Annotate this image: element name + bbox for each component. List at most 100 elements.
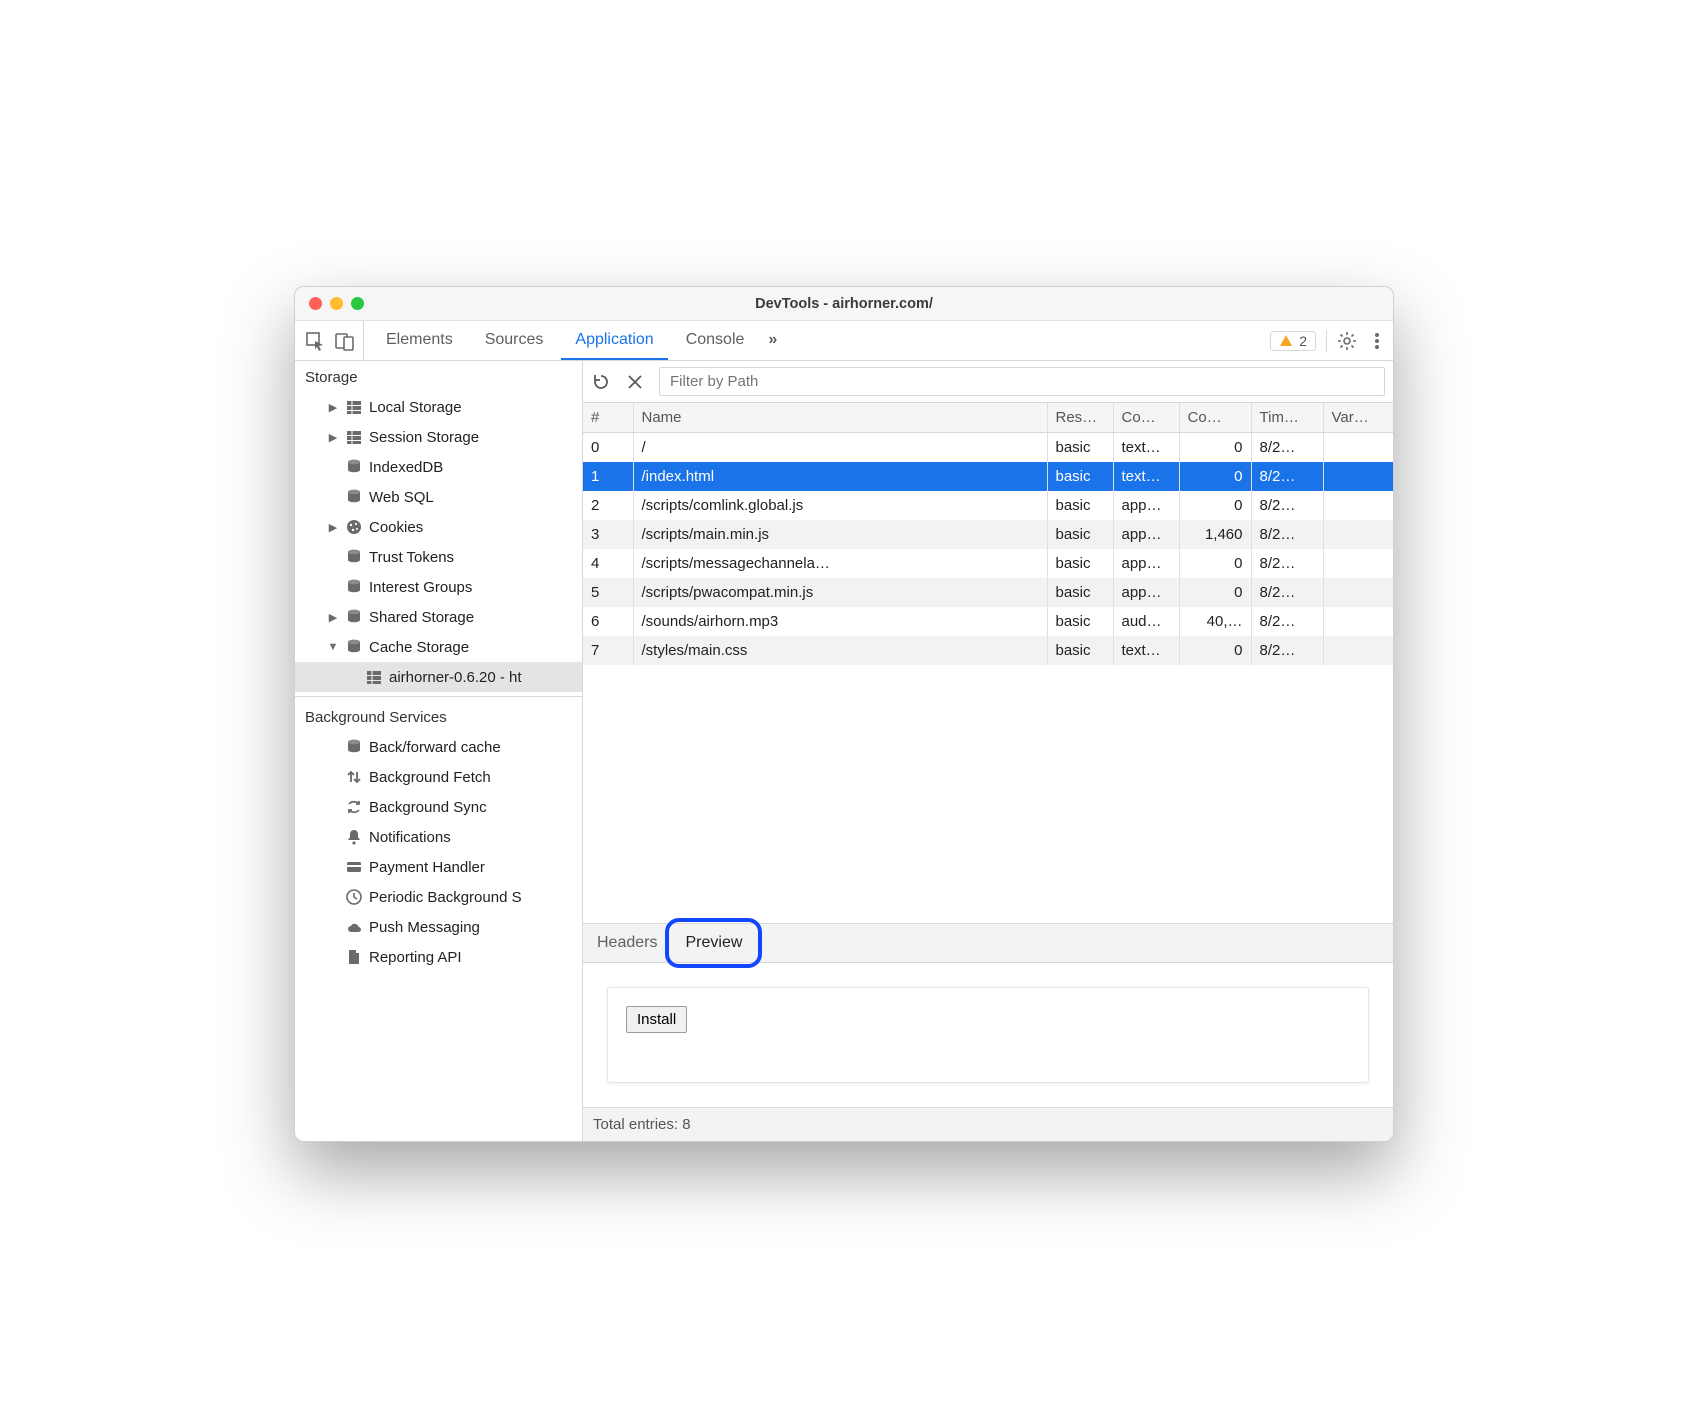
storage-item-local-storage[interactable]: ▶Local Storage bbox=[295, 392, 582, 422]
col-header[interactable]: Var… bbox=[1323, 403, 1393, 433]
tab-console[interactable]: Console bbox=[672, 321, 759, 360]
devtools-window: DevTools - airhorner.com/ ElementsSource… bbox=[294, 286, 1394, 1142]
storage-item-session-storage[interactable]: ▶ Session Storage bbox=[295, 422, 582, 452]
warnings-badge[interactable]: 2 bbox=[1270, 331, 1316, 351]
storage-item-cache-storage[interactable]: ▼Cache Storage bbox=[295, 632, 582, 662]
cell: 7 bbox=[583, 636, 633, 665]
bg-section-title: Background Services bbox=[295, 701, 582, 732]
bg-item-reporting-api[interactable]: Reporting API bbox=[295, 942, 582, 972]
cell: 0 bbox=[1179, 491, 1251, 520]
storage-item-indexeddb[interactable]: IndexedDB bbox=[295, 452, 582, 482]
cell: basic bbox=[1047, 462, 1113, 491]
tree-item-label: IndexedDB bbox=[369, 459, 443, 476]
clear-icon[interactable] bbox=[625, 372, 645, 392]
cell: basic bbox=[1047, 520, 1113, 549]
cell: /scripts/pwacompat.min.js bbox=[633, 578, 1047, 607]
tabs-overflow-icon[interactable]: » bbox=[760, 321, 785, 360]
tree-item-label: airhorner-0.6.20 - ht bbox=[389, 669, 522, 686]
cell: /sounds/airhorn.mp3 bbox=[633, 607, 1047, 636]
cell: 6 bbox=[583, 607, 633, 636]
db-grid-icon bbox=[345, 398, 363, 416]
preview-card: Install bbox=[607, 987, 1369, 1083]
close-window-button[interactable] bbox=[309, 297, 322, 310]
col-header[interactable]: # bbox=[583, 403, 633, 433]
minimize-window-button[interactable] bbox=[330, 297, 343, 310]
cell: /scripts/main.min.js bbox=[633, 520, 1047, 549]
cell bbox=[1323, 578, 1393, 607]
col-header[interactable]: Res… bbox=[1047, 403, 1113, 433]
refresh-icon[interactable] bbox=[591, 372, 611, 392]
bg-item-background-sync[interactable]: Background Sync bbox=[295, 792, 582, 822]
cell: aud… bbox=[1113, 607, 1179, 636]
table-row[interactable]: 6/sounds/airhorn.mp3basicaud…40,…8/2… bbox=[583, 607, 1393, 636]
tab-application[interactable]: Application bbox=[561, 321, 667, 360]
install-button[interactable]: Install bbox=[626, 1006, 687, 1033]
cell: app… bbox=[1113, 520, 1179, 549]
cell bbox=[1323, 433, 1393, 463]
subtab-preview[interactable]: Preview bbox=[671, 924, 756, 962]
tree-item-label: Payment Handler bbox=[369, 859, 485, 876]
subtab-headers[interactable]: Headers bbox=[583, 924, 671, 962]
cell: app… bbox=[1113, 578, 1179, 607]
table-row[interactable]: 5/scripts/pwacompat.min.jsbasicapp…08/2… bbox=[583, 578, 1393, 607]
expand-arrow-icon: ▶ bbox=[327, 431, 339, 444]
db-cyl-icon bbox=[345, 488, 363, 506]
col-header[interactable]: Co… bbox=[1179, 403, 1251, 433]
table-row[interactable]: 3/scripts/main.min.jsbasicapp…1,4608/2… bbox=[583, 520, 1393, 549]
storage-item-trust-tokens[interactable]: Trust Tokens bbox=[295, 542, 582, 572]
tree-item-label: Back/forward cache bbox=[369, 739, 501, 756]
bg-item-periodic-background-s[interactable]: Periodic Background S bbox=[295, 882, 582, 912]
cell bbox=[1323, 462, 1393, 491]
cell: 1,460 bbox=[1179, 520, 1251, 549]
updown-icon bbox=[345, 768, 363, 786]
cache-entries-table: #NameRes…Co…Co…Tim…Var… 0/basictext…08/2… bbox=[583, 403, 1393, 665]
bg-item-notifications[interactable]: Notifications bbox=[295, 822, 582, 852]
storage-item-airhorner-0-6-20-ht[interactable]: airhorner-0.6.20 - ht bbox=[295, 662, 582, 692]
db-cyl-icon bbox=[345, 458, 363, 476]
filter-input[interactable] bbox=[659, 367, 1385, 396]
storage-item-web-sql[interactable]: Web SQL bbox=[295, 482, 582, 512]
application-sidebar: Storage ▶Local Storage▶Session StorageIn… bbox=[295, 361, 583, 1141]
tree-item-label: Local Storage bbox=[369, 399, 462, 416]
storage-item-cookies[interactable]: ▶Cookies bbox=[295, 512, 582, 542]
table-row[interactable]: 7/styles/main.cssbasictext…08/2… bbox=[583, 636, 1393, 665]
zoom-window-button[interactable] bbox=[351, 297, 364, 310]
bg-item-push-messaging[interactable]: Push Messaging bbox=[295, 912, 582, 942]
inspect-element-icon[interactable] bbox=[305, 331, 325, 351]
col-header[interactable]: Tim… bbox=[1251, 403, 1323, 433]
tree-item-label: Notifications bbox=[369, 829, 451, 846]
storage-item-interest-groups[interactable]: Interest Groups bbox=[295, 572, 582, 602]
tree-item-label: Background Sync bbox=[369, 799, 487, 816]
cell bbox=[1323, 607, 1393, 636]
cache-storage-pane: #NameRes…Co…Co…Tim…Var… 0/basictext…08/2… bbox=[583, 361, 1393, 1141]
cell: text… bbox=[1113, 462, 1179, 491]
gear-icon[interactable] bbox=[1337, 331, 1357, 351]
cell: 4 bbox=[583, 549, 633, 578]
col-header[interactable]: Co… bbox=[1113, 403, 1179, 433]
expand-arrow-icon: ▶ bbox=[327, 611, 339, 624]
device-toolbar-icon[interactable] bbox=[335, 331, 355, 351]
tab-elements[interactable]: Elements bbox=[372, 321, 467, 360]
cloud-icon bbox=[345, 918, 363, 936]
storage-item-shared-storage[interactable]: ▶Shared Storage bbox=[295, 602, 582, 632]
tree-item-label: Cache Storage bbox=[369, 639, 469, 656]
cell bbox=[1323, 636, 1393, 665]
bg-item-background-fetch[interactable]: Background Fetch bbox=[295, 762, 582, 792]
col-header[interactable]: Name bbox=[633, 403, 1047, 433]
bg-item-back-forward-cache[interactable]: Back/forward cache bbox=[295, 732, 582, 762]
bg-item-payment-handler[interactable]: Payment Handler bbox=[295, 852, 582, 882]
cell: basic bbox=[1047, 491, 1113, 520]
cell bbox=[1323, 549, 1393, 578]
tree-item-label: Session Storage bbox=[369, 429, 479, 446]
cell: 8/2… bbox=[1251, 462, 1323, 491]
cell: 40,… bbox=[1179, 607, 1251, 636]
table-row[interactable]: 1/index.htmlbasictext…08/2… bbox=[583, 462, 1393, 491]
table-row[interactable]: 4/scripts/messagechannela…basicapp…08/2… bbox=[583, 549, 1393, 578]
table-row[interactable]: 0/basictext…08/2… bbox=[583, 433, 1393, 463]
kebab-menu-icon[interactable] bbox=[1367, 331, 1387, 351]
cell: 0 bbox=[1179, 433, 1251, 463]
table-row[interactable]: 2/scripts/comlink.global.jsbasicapp…08/2… bbox=[583, 491, 1393, 520]
tab-sources[interactable]: Sources bbox=[471, 321, 558, 360]
cell: 8/2… bbox=[1251, 433, 1323, 463]
resource-subtabs: HeadersPreview bbox=[583, 923, 1393, 963]
